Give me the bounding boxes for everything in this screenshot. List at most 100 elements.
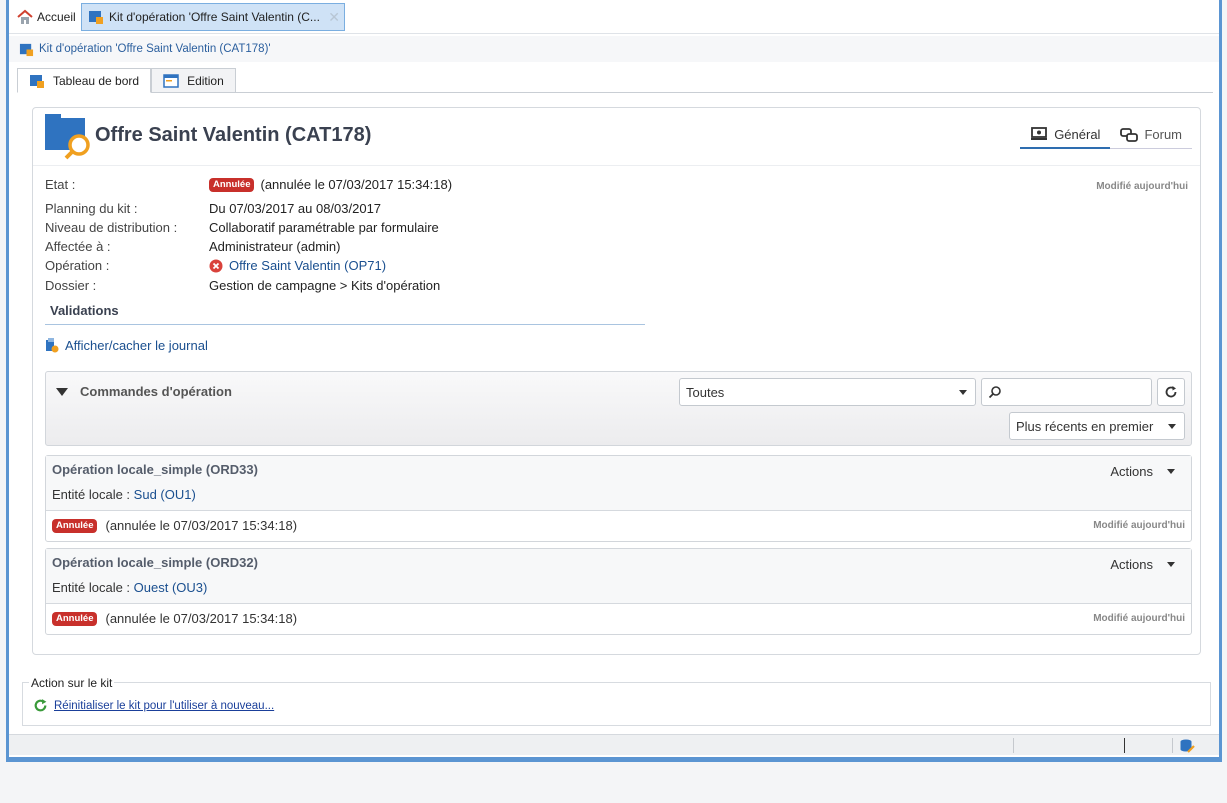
kit-icon — [89, 11, 103, 24]
kit-action-box: Réinitialiser le kit pour l'utiliser à n… — [22, 682, 1211, 726]
entity-label: Entité locale : — [52, 580, 131, 595]
prop-label: Planning du kit : — [45, 201, 138, 216]
document-tab-label: Kit d'opération 'Offre Saint Valentin (C… — [109, 10, 320, 24]
status-bar — [9, 734, 1219, 755]
order-name[interactable]: Opération locale_simple (ORD33) — [52, 462, 258, 477]
status-separator — [1124, 738, 1125, 753]
tab-forum[interactable]: Forum — [1110, 121, 1192, 149]
status-badge: Annulée — [52, 611, 98, 626]
reset-kit-link[interactable]: Réinitialiser le kit pour l'utiliser à n… — [33, 698, 274, 713]
prop-label: Opération : — [45, 258, 110, 273]
order-header: Opération locale_simple (ORD32) Entité l… — [46, 549, 1191, 604]
refresh-icon — [1165, 386, 1177, 398]
journal-link-label: Afficher/cacher le journal — [65, 337, 208, 353]
prop-value: Du 07/03/2017 au 08/03/2017 — [209, 201, 382, 216]
reset-kit-label: Réinitialiser le kit pour l'utiliser à n… — [54, 699, 275, 712]
order-card: Opération locale_simple (ORD33) Entité l… — [45, 455, 1192, 542]
chevron-down-icon — [1167, 562, 1175, 567]
actions-menu[interactable]: Actions — [1110, 557, 1175, 572]
sort-select[interactable]: Plus récents en premier — [1009, 412, 1185, 440]
forum-icon — [1120, 127, 1139, 142]
prop-value: Collaboratif paramétrable par formulaire — [209, 220, 439, 235]
filter-value: Toutes — [686, 384, 725, 400]
chevron-down-icon — [959, 390, 967, 395]
status-separator — [1013, 738, 1014, 753]
view-tabs: Général Forum — [1020, 121, 1192, 149]
page-title: Offre Saint Valentin (CAT178) — [95, 124, 372, 146]
breadcrumb: Kit d'opération 'Offre Saint Valentin (C… — [9, 36, 1219, 62]
prop-value: Offre Saint Valentin (OP71) — [209, 258, 386, 273]
window-content: Accueil Kit d'opération 'Offre Saint Val… — [9, 0, 1219, 757]
chevron-down-icon — [1168, 424, 1176, 429]
subtabs: Tableau de bord Edition — [17, 68, 236, 93]
status-separator — [1172, 738, 1173, 753]
home-icon — [17, 9, 33, 24]
edition-icon — [163, 73, 179, 88]
order-entity: Entité locale : Ouest (OU3) — [52, 580, 207, 595]
chevron-down-icon — [1167, 469, 1175, 474]
tab-dashboard-label: Tableau de bord — [53, 73, 140, 88]
dashboard-card: Offre Saint Valentin (CAT178) Général Fo… — [32, 107, 1201, 655]
search-input[interactable] — [981, 378, 1152, 406]
title-row: Offre Saint Valentin (CAT178) Général Fo… — [33, 108, 1200, 166]
validations-divider — [45, 324, 645, 325]
actions-label: Actions — [1110, 557, 1153, 572]
home-tab[interactable]: Accueil — [11, 4, 82, 30]
tab-general-label: Général — [1054, 126, 1101, 142]
close-tab-icon[interactable]: ✕ — [328, 9, 340, 26]
modified-label: Modifié aujourd'hui — [1093, 520, 1185, 531]
home-tab-label: Accueil — [37, 10, 76, 24]
collapse-icon — [56, 387, 68, 396]
top-tab-bar: Accueil Kit d'opération 'Offre Saint Val… — [9, 0, 1219, 34]
prop-value: Annulée (annulée le 07/03/2017 15:34:18) — [209, 177, 452, 192]
document-tab[interactable]: Kit d'opération 'Offre Saint Valentin (C… — [81, 3, 345, 31]
entity-link[interactable]: Ouest (OU3) — [134, 580, 208, 595]
prop-label: Dossier : — [45, 278, 97, 293]
status-badge: Annulée — [209, 177, 255, 192]
dashboard-icon — [30, 74, 44, 88]
actions-menu[interactable]: Actions — [1110, 464, 1175, 479]
journal-icon — [46, 338, 59, 353]
order-entity: Entité locale : Sud (OU1) — [52, 487, 196, 502]
order-card: Opération locale_simple (ORD32) Entité l… — [45, 548, 1192, 635]
actions-label: Actions — [1110, 464, 1153, 479]
app-window: Accueil Kit d'opération 'Offre Saint Val… — [6, 0, 1222, 762]
sort-value: Plus récents en premier — [1016, 418, 1154, 434]
order-status: Annulée (annulée le 07/03/2017 15:34:18) — [52, 611, 297, 626]
filter-select[interactable]: Toutes — [679, 378, 976, 406]
tab-general[interactable]: Général — [1020, 121, 1111, 149]
error-icon — [209, 259, 223, 272]
prop-label: Etat : — [45, 177, 76, 192]
prop-label: Affectée à : — [45, 239, 111, 254]
tab-dashboard[interactable]: Tableau de bord — [17, 68, 152, 93]
search-icon — [988, 386, 1001, 399]
entity-link[interactable]: Sud (OU1) — [134, 487, 196, 502]
operation-link[interactable]: Offre Saint Valentin (OP71) — [229, 258, 386, 273]
breadcrumb-label[interactable]: Kit d'opération 'Offre Saint Valentin (C… — [39, 43, 271, 55]
tab-forum-label: Forum — [1144, 127, 1182, 142]
order-status: Annulée (annulée le 07/03/2017 15:34:18) — [52, 518, 297, 533]
database-icon[interactable] — [1179, 738, 1195, 754]
status-text: (annulée le 07/03/2017 15:34:18) — [105, 611, 298, 626]
refresh-button[interactable] — [1157, 378, 1185, 406]
tab-edition[interactable]: Edition — [151, 68, 236, 93]
tab-edition-label: Edition — [187, 73, 224, 88]
general-icon — [1031, 127, 1048, 140]
kit-icon — [19, 43, 34, 56]
status-text: (annulée le 07/03/2017 15:34:18) — [105, 518, 298, 533]
entity-label: Entité locale : — [52, 487, 131, 502]
journal-toggle-link[interactable]: Afficher/cacher le journal — [45, 337, 208, 353]
status-badge: Annulée — [52, 518, 98, 533]
refresh-icon — [34, 699, 47, 712]
kit-action-legend: Action sur le kit — [29, 676, 115, 690]
order-name[interactable]: Opération locale_simple (ORD32) — [52, 555, 258, 570]
commands-panel: Commandes d'opération Toutes Plus récent… — [45, 371, 1192, 446]
state-value: (annulée le 07/03/2017 15:34:18) — [260, 177, 453, 192]
kit-search-icon — [45, 114, 90, 160]
order-header: Opération locale_simple (ORD33) Entité l… — [46, 456, 1191, 511]
modified-label: Modifié aujourd'hui — [1096, 181, 1188, 192]
prop-value: Gestion de campagne > Kits d'opération — [209, 278, 441, 293]
validations-title: Validations — [50, 303, 119, 318]
commands-toggle[interactable]: Commandes d'opération — [56, 384, 232, 399]
prop-value: Administrateur (admin) — [209, 239, 341, 254]
